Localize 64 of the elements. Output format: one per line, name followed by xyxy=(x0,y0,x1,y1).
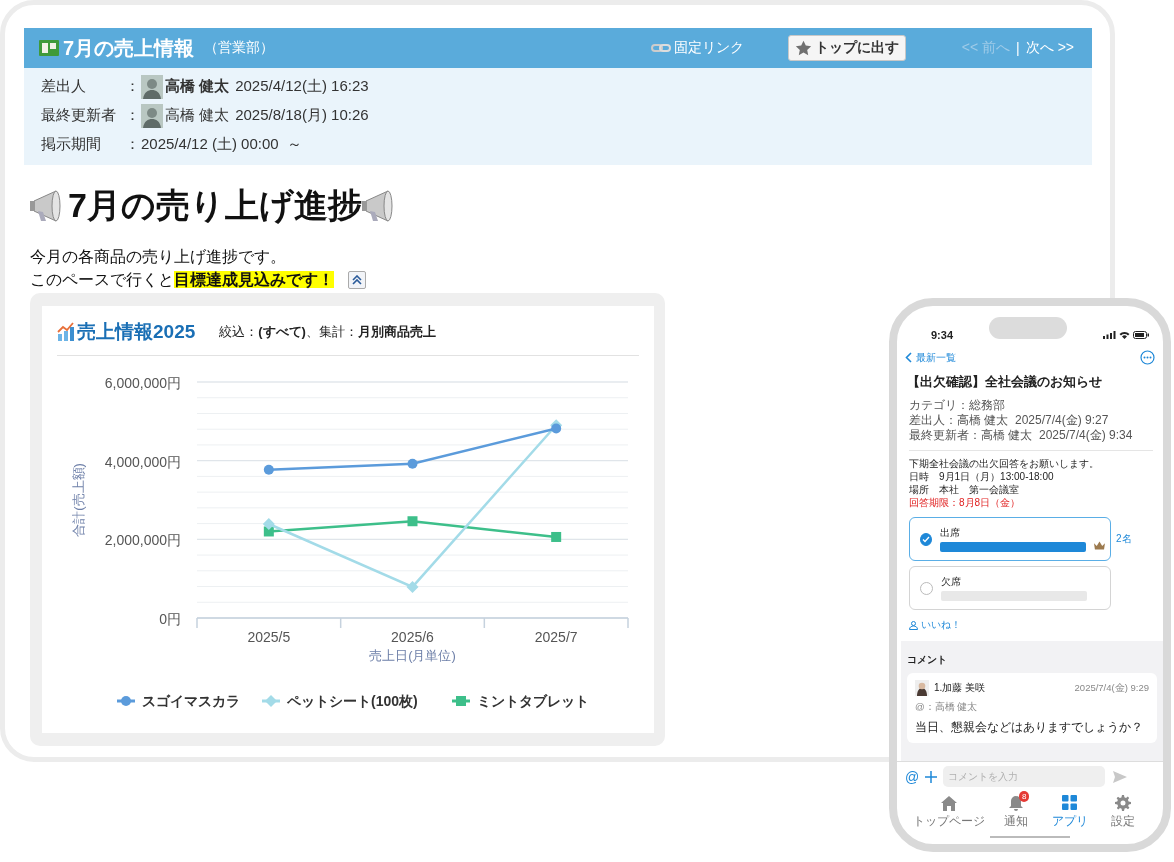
deadline-text: 回答期限：8月8日（金） xyxy=(909,496,1022,509)
user-name: 高橋 健太 xyxy=(165,106,230,125)
axis-label: 2025/6 xyxy=(391,629,434,645)
pin-to-top-button[interactable]: トップに出す xyxy=(787,35,906,61)
colon: ： xyxy=(125,77,141,96)
legend-label: ミントタブレット xyxy=(477,693,589,709)
department-label: （営業部） xyxy=(204,39,275,57)
tab-bar-item[interactable]: アプリ xyxy=(1047,794,1092,830)
date-time: 2025/8/18(月) 10:26 xyxy=(235,106,369,125)
page-title: 7月の売上情報 xyxy=(63,35,195,61)
next-link[interactable]: 次へ >> xyxy=(1025,39,1074,57)
field-label: 最終更新者 xyxy=(41,106,117,125)
permalink-link[interactable]: 固定リンク xyxy=(650,39,744,57)
axis-title: 売上日(月単位) xyxy=(369,648,456,663)
date-time: 2025/4/12 (土) 00:00 ～ xyxy=(141,135,302,154)
status-time: 9:34 xyxy=(931,329,955,341)
field-label: 掲示期間 xyxy=(41,135,102,154)
option-label: 欠席 xyxy=(941,575,962,589)
comment-author: 1.加藤 美咲 xyxy=(934,681,986,695)
axis-label: 0円 xyxy=(159,611,181,627)
section-heading: コメント xyxy=(907,653,948,667)
like-link[interactable]: いいね！ xyxy=(909,619,1163,632)
notification-badge: 8 xyxy=(1019,791,1030,802)
message-meta: 差出人：高橋 健太 2025/7/4(金) 9:27 xyxy=(909,413,1110,428)
message-text: 下期全社会議の出欠回答をお願いします。 xyxy=(909,457,1100,470)
comment-text: 当日、懇親会などはありますでしょうか？ xyxy=(915,719,1144,736)
message-text: 場所 本社 第一会議室 xyxy=(909,483,1020,496)
body-text: 今月の各商品の売り上げ進捗です。 xyxy=(30,247,286,267)
message-meta: カテゴリ：総務部 xyxy=(909,398,1006,413)
vote-count: 2名 xyxy=(1116,532,1132,546)
poll-option[interactable]: 出席 xyxy=(909,517,1111,561)
legend-label: ペットシート(100枚) xyxy=(286,693,418,709)
poll-option[interactable]: 欠席 xyxy=(909,566,1111,610)
tab-bar-item[interactable]: トップページ xyxy=(913,794,985,830)
filter-summary: 絞込：(すべて)、集計：月別商品売上 xyxy=(219,322,436,341)
legend-item[interactable]: ミントタブレット xyxy=(452,693,589,709)
user-name: 高橋 健太 xyxy=(165,77,230,96)
message-meta: 最終更新者：高橋 健太 2025/7/4(金) 9:34 xyxy=(909,428,1134,443)
legend-label: スゴイマスカラ xyxy=(142,693,240,709)
axis-label: 2025/7 xyxy=(534,629,578,645)
message-title: 【出欠確認】全社会議のお知らせ xyxy=(907,373,1103,391)
comment-time: 2025/7/4(金) 9:29 xyxy=(1074,681,1149,695)
mention-button[interactable]: @ xyxy=(905,768,920,785)
date-time: 2025/4/12(土) 16:23 xyxy=(235,77,369,96)
tab-bar-item[interactable]: 通知 8 xyxy=(994,794,1039,830)
post-title: 7月の売り上げ進捗 xyxy=(68,185,362,226)
option-label: 出席 xyxy=(940,526,962,540)
legend-item[interactable]: ペットシート(100枚) xyxy=(262,693,418,709)
colon: ： xyxy=(125,135,141,154)
message-text: 日時 9月1日（月）13:00-18:00 xyxy=(909,470,1055,483)
colon: ： xyxy=(125,106,141,125)
body-text: このペースで行くと目標達成見込みです！ xyxy=(30,270,334,290)
tab-bar-item[interactable]: 設定 xyxy=(1101,794,1145,830)
report-title: 売上情報2025 xyxy=(77,319,196,344)
legend-item[interactable]: スゴイマスカラ xyxy=(117,693,240,709)
axis-label: 2,000,000円 xyxy=(104,532,181,549)
axis-label: 2025/5 xyxy=(247,629,291,645)
comment-mention: @：高橋 健太 xyxy=(915,701,979,714)
back-link[interactable]: 最新一覧 xyxy=(905,350,956,365)
axis-label: 6,000,000円 xyxy=(104,375,181,391)
pager-separator: | xyxy=(1016,40,1020,56)
field-label: 差出人 xyxy=(41,77,87,96)
axis-label: 4,000,000円 xyxy=(104,453,181,470)
axis-title: 合計(売上額) xyxy=(71,463,86,537)
